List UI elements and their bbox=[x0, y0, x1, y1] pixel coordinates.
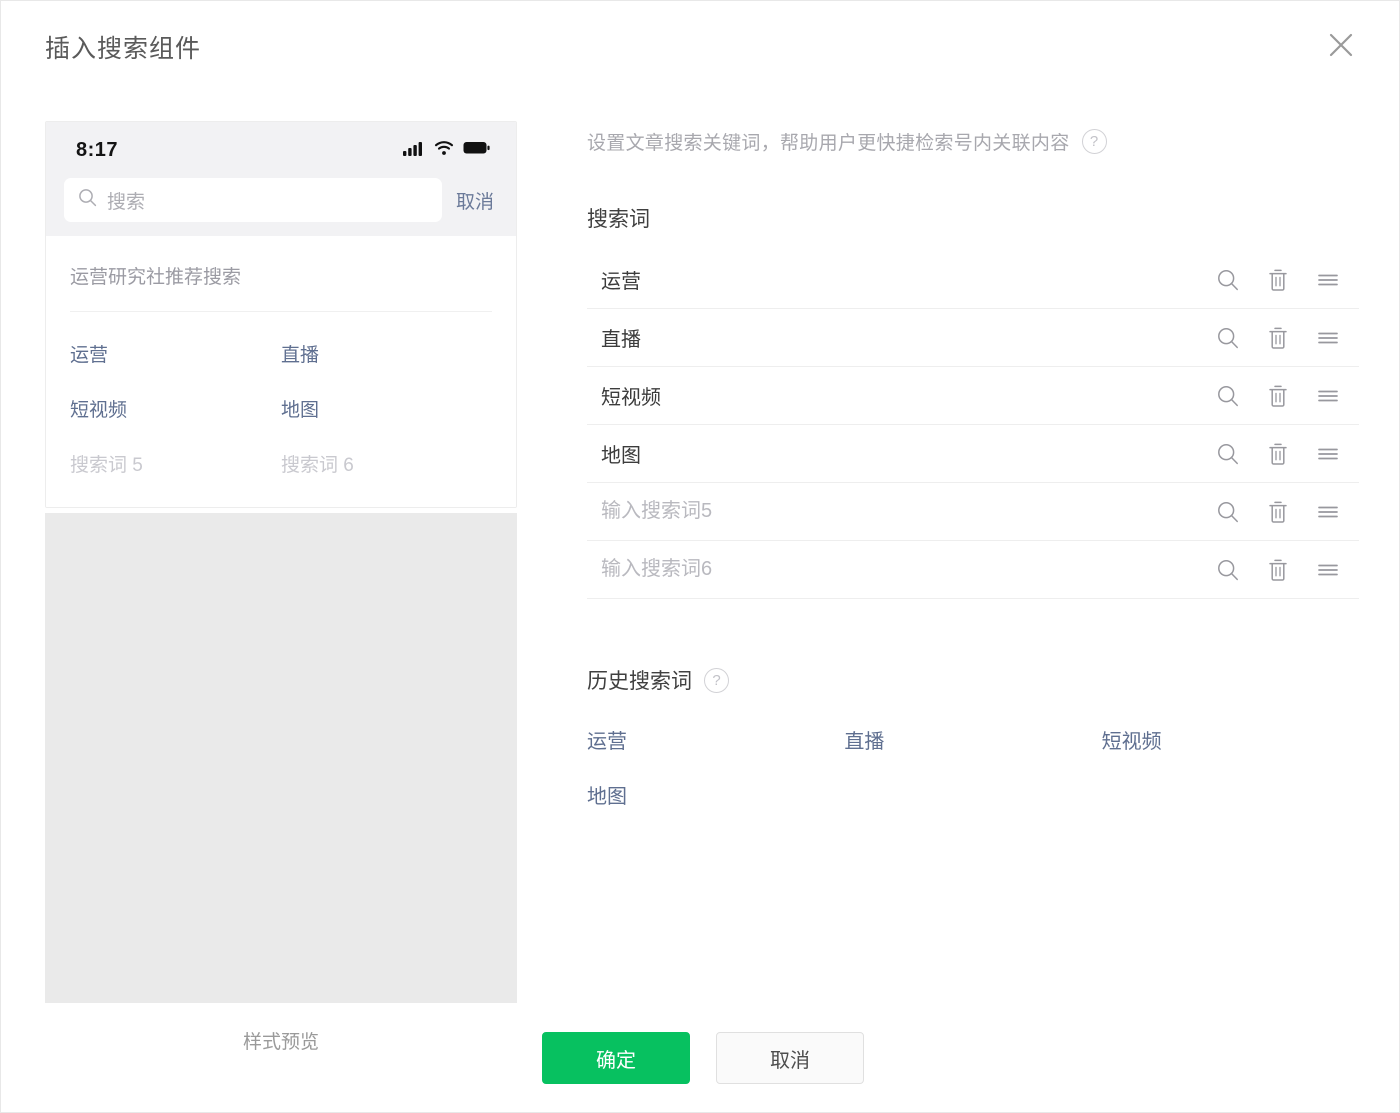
table-row bbox=[587, 367, 1359, 425]
drag-handle-icon[interactable] bbox=[1315, 267, 1341, 293]
trash-icon[interactable] bbox=[1265, 499, 1291, 525]
table-row bbox=[587, 483, 1359, 541]
keyword-input[interactable] bbox=[601, 326, 1215, 349]
preview-empty-area bbox=[45, 513, 517, 1003]
recommended-search-grid: 运营 直播 短视频 地图 搜索词 5 搜索词 6 bbox=[70, 312, 492, 507]
row-actions bbox=[1215, 499, 1349, 525]
history-grid: 运营 直播 短视频 地图 bbox=[587, 725, 1359, 809]
help-circle-icon[interactable]: ? bbox=[704, 668, 729, 693]
keyword-input[interactable] bbox=[601, 500, 1215, 523]
search-icon[interactable] bbox=[1215, 267, 1241, 293]
keyword-input[interactable] bbox=[601, 384, 1215, 407]
recommended-item[interactable]: 运营 bbox=[70, 340, 281, 367]
list-item[interactable]: 地图 bbox=[587, 780, 844, 809]
recommended-item[interactable]: 搜索词 6 bbox=[281, 450, 492, 477]
close-button[interactable] bbox=[1319, 23, 1363, 67]
row-actions bbox=[1215, 325, 1349, 351]
drag-handle-icon[interactable] bbox=[1315, 383, 1341, 409]
keywords-list bbox=[587, 251, 1359, 599]
recommended-item[interactable]: 搜索词 5 bbox=[70, 450, 281, 477]
style-preview-panel: 8:17 bbox=[45, 121, 517, 1054]
hint-text: 设置文章搜索关键词，帮助用户更快捷检索号内关联内容 bbox=[587, 128, 1070, 155]
phone-search-row: 搜索 取消 bbox=[46, 178, 516, 222]
row-actions bbox=[1215, 383, 1349, 409]
row-actions bbox=[1215, 267, 1349, 293]
table-row bbox=[587, 541, 1359, 599]
settings-panel: 设置文章搜索关键词，帮助用户更快捷检索号内关联内容 ? 搜索词 bbox=[587, 121, 1359, 809]
row-actions bbox=[1215, 557, 1349, 583]
search-icon bbox=[78, 188, 97, 212]
drag-handle-icon[interactable] bbox=[1315, 325, 1341, 351]
search-icon[interactable] bbox=[1215, 499, 1241, 525]
trash-icon[interactable] bbox=[1265, 441, 1291, 467]
trash-icon[interactable] bbox=[1265, 383, 1291, 409]
history-section: 历史搜索词 ? 运营 直播 短视频 地图 bbox=[587, 665, 1359, 809]
table-row bbox=[587, 251, 1359, 309]
search-input-placeholder: 搜索 bbox=[107, 187, 145, 214]
insert-search-component-dialog: 插入搜索组件 8:17 bbox=[0, 0, 1400, 1113]
drag-handle-icon[interactable] bbox=[1315, 499, 1341, 525]
search-icon[interactable] bbox=[1215, 325, 1241, 351]
signal-bars-icon bbox=[403, 140, 425, 161]
recommended-search-title: 运营研究社推荐搜索 bbox=[70, 262, 492, 312]
hint-row: 设置文章搜索关键词，帮助用户更快捷检索号内关联内容 ? bbox=[587, 121, 1359, 161]
phone-status-bar: 8:17 bbox=[46, 122, 516, 178]
row-actions bbox=[1215, 441, 1349, 467]
history-title-row: 历史搜索词 ? bbox=[587, 665, 1359, 695]
cancel-button[interactable]: 取消 bbox=[716, 1032, 864, 1084]
table-row bbox=[587, 425, 1359, 483]
search-icon[interactable] bbox=[1215, 441, 1241, 467]
help-circle-icon[interactable]: ? bbox=[1082, 129, 1107, 154]
recommended-search-section: 运营研究社推荐搜索 运营 直播 短视频 地图 搜索词 5 搜索词 6 bbox=[46, 236, 516, 507]
dialog-footer: 确定 取消 bbox=[1, 1004, 1399, 1112]
battery-icon bbox=[463, 141, 490, 160]
list-item[interactable]: 直播 bbox=[844, 725, 1101, 754]
keywords-section-title: 搜索词 bbox=[587, 203, 1359, 233]
trash-icon[interactable] bbox=[1265, 325, 1291, 351]
keyword-input[interactable] bbox=[601, 558, 1215, 581]
page-title: 插入搜索组件 bbox=[45, 29, 201, 65]
phone-top-area: 8:17 bbox=[46, 122, 516, 236]
confirm-button[interactable]: 确定 bbox=[542, 1032, 690, 1084]
phone-cancel-button[interactable]: 取消 bbox=[456, 187, 498, 214]
recommended-item[interactable]: 短视频 bbox=[70, 395, 281, 422]
history-section-title: 历史搜索词 bbox=[587, 665, 692, 695]
table-row bbox=[587, 309, 1359, 367]
trash-icon[interactable] bbox=[1265, 557, 1291, 583]
status-bar-time: 8:17 bbox=[76, 139, 118, 162]
phone-preview: 8:17 bbox=[45, 121, 517, 508]
keyword-input[interactable] bbox=[601, 268, 1215, 291]
recommended-item[interactable]: 直播 bbox=[281, 340, 492, 367]
drag-handle-icon[interactable] bbox=[1315, 441, 1341, 467]
keyword-input[interactable] bbox=[601, 442, 1215, 465]
search-input[interactable]: 搜索 bbox=[64, 178, 442, 222]
wifi-icon bbox=[434, 140, 454, 161]
dialog-header: 插入搜索组件 bbox=[1, 1, 1399, 89]
search-icon[interactable] bbox=[1215, 557, 1241, 583]
search-icon[interactable] bbox=[1215, 383, 1241, 409]
close-icon bbox=[1326, 30, 1356, 60]
recommended-item[interactable]: 地图 bbox=[281, 395, 492, 422]
drag-handle-icon[interactable] bbox=[1315, 557, 1341, 583]
trash-icon[interactable] bbox=[1265, 267, 1291, 293]
list-item[interactable]: 运营 bbox=[587, 725, 844, 754]
status-bar-icons bbox=[403, 140, 490, 161]
list-item[interactable]: 短视频 bbox=[1102, 725, 1359, 754]
